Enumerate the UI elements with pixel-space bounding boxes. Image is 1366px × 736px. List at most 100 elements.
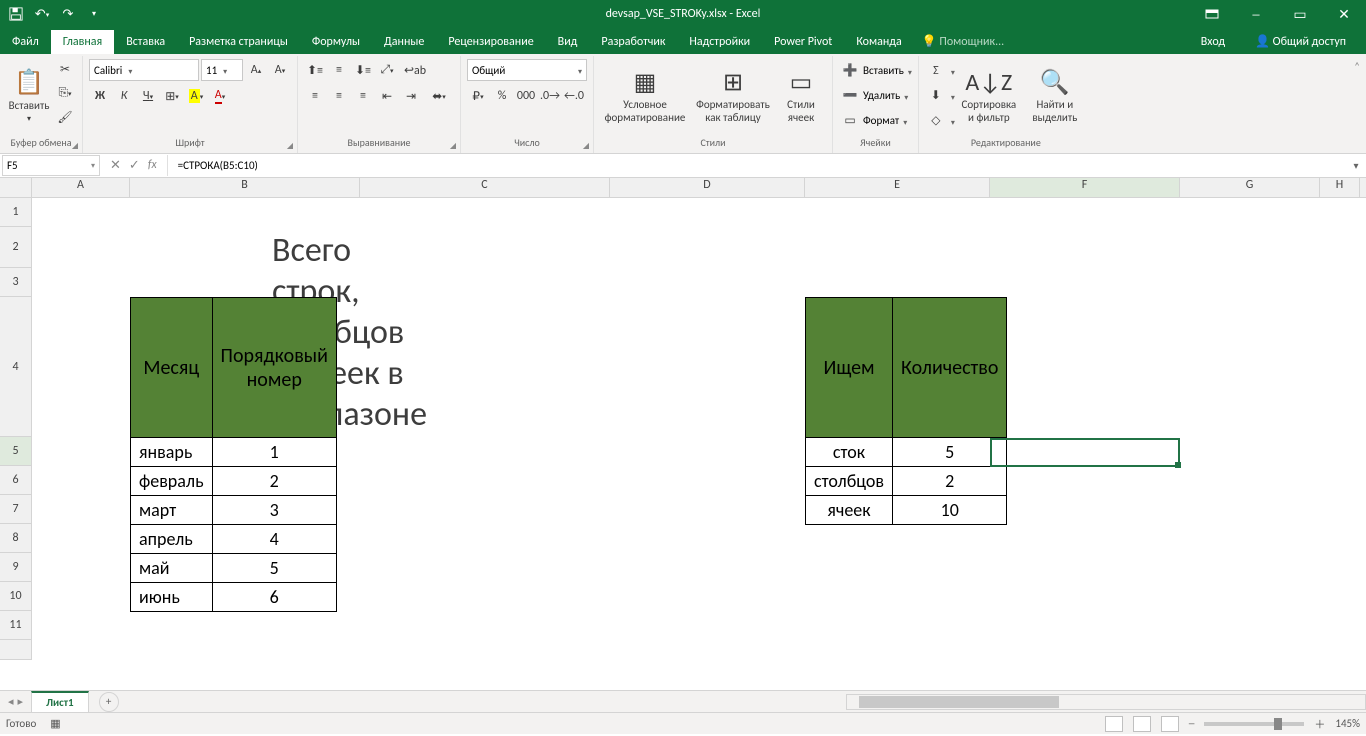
row-header-6[interactable]: 6 [0, 466, 32, 495]
formula-bar[interactable]: =СТРОКА(B5:C10) [167, 155, 1346, 176]
orientation-button[interactable]: ⤢▾ [376, 59, 398, 81]
decrease-indent-button[interactable]: ⇤ [376, 85, 398, 107]
borders-button[interactable]: ⊞▾ [161, 85, 183, 107]
shrink-font-button[interactable]: A▾ [269, 59, 291, 81]
prev-sheet-icon[interactable]: ◂ [8, 695, 14, 708]
tab-team[interactable]: Команда [844, 30, 913, 54]
row-header-11[interactable]: 11 [0, 611, 32, 640]
underline-button[interactable]: Ч▾ [137, 85, 159, 107]
row-header-10[interactable]: 10 [0, 582, 32, 611]
tab-file[interactable]: Файл [0, 30, 51, 54]
sort-filter-button[interactable]: A↓ZСортировка и фильтр [955, 58, 1023, 134]
tab-formulas[interactable]: Формулы [300, 30, 372, 54]
align-left-button[interactable]: ≡ [304, 85, 326, 107]
tab-review[interactable]: Рецензирование [436, 30, 545, 54]
font-name-dropdown[interactable]: Calibri [89, 59, 199, 81]
maximize-button[interactable]: ▭ [1278, 0, 1322, 28]
row-header-8[interactable]: 8 [0, 524, 32, 553]
launcher-icon[interactable]: ◢ [583, 141, 589, 151]
wrap-text-button[interactable]: ↩ab [400, 59, 430, 81]
col-header-F[interactable]: F [990, 178, 1180, 197]
insert-function-icon[interactable]: fx [148, 158, 157, 173]
format-cells-button[interactable]: Формат [863, 114, 899, 127]
currency-button[interactable]: ₽▾ [467, 85, 489, 107]
align-top-button[interactable]: ⬆≡ [304, 59, 326, 81]
grow-font-button[interactable]: A▴ [245, 59, 267, 81]
cancel-formula-icon[interactable]: ✕ [110, 158, 121, 173]
paste-button[interactable]: 📋 Вставить ▾ [6, 58, 52, 134]
copy-button[interactable]: ⎘▾ [54, 82, 76, 104]
format-painter-button[interactable]: 🖌 [54, 106, 76, 128]
col-header-H[interactable]: H [1320, 178, 1360, 197]
tab-data[interactable]: Данные [372, 30, 436, 54]
number-format-dropdown[interactable]: Общий [467, 59, 587, 81]
next-sheet-icon[interactable]: ▸ [18, 695, 24, 708]
horizontal-scrollbar[interactable] [846, 694, 1366, 710]
enter-formula-icon[interactable]: ✓ [129, 158, 140, 173]
row-header-4[interactable]: 4 [0, 297, 32, 437]
qat-customize-icon[interactable]: ▾ [84, 4, 104, 24]
cut-button[interactable]: ✂ [54, 58, 76, 80]
row-header-9[interactable]: 9 [0, 553, 32, 582]
zoom-out-button[interactable]: ─ [1189, 717, 1195, 730]
conditional-formatting-button[interactable]: ▦Условное форматирование [600, 58, 690, 134]
row-header-1[interactable]: 1 [0, 198, 32, 227]
name-box[interactable]: F5▾ [2, 155, 100, 176]
tab-home[interactable]: Главная [51, 30, 114, 54]
save-icon[interactable] [6, 4, 26, 24]
col-header-C[interactable]: C [360, 178, 610, 197]
zoom-value[interactable]: 145% [1335, 717, 1360, 730]
col-header-G[interactable]: G [1180, 178, 1320, 197]
increase-indent-button[interactable]: ⇥ [400, 85, 422, 107]
italic-button[interactable]: К [113, 85, 135, 107]
share-button[interactable]: 👤 Общий доступ [1243, 29, 1358, 54]
collapse-ribbon-icon[interactable]: ˄ [1348, 56, 1366, 153]
zoom-in-button[interactable]: ＋ [1314, 716, 1325, 732]
increase-decimal-button[interactable]: .0→ [539, 85, 561, 107]
col-header-B[interactable]: B [130, 178, 360, 197]
align-center-button[interactable]: ≡ [328, 85, 350, 107]
font-color-button[interactable]: A▾ [209, 85, 231, 107]
col-header-D[interactable]: D [610, 178, 805, 197]
format-as-table-button[interactable]: ⊞Форматировать как таблицу [690, 58, 776, 134]
expand-formula-bar-icon[interactable]: ▾ [1346, 159, 1366, 172]
tab-insert[interactable]: Вставка [114, 30, 177, 54]
delete-cells-button[interactable]: Удалить [863, 89, 900, 102]
tab-view[interactable]: Вид [546, 30, 590, 54]
row-header-3[interactable]: 3 [0, 268, 32, 297]
close-button[interactable]: ✕ [1322, 0, 1366, 28]
record-macro-icon[interactable]: ▦ [50, 717, 60, 730]
add-sheet-button[interactable]: + [99, 692, 119, 712]
normal-view-button[interactable] [1105, 716, 1123, 732]
col-header-A[interactable]: A [32, 178, 130, 197]
launcher-icon[interactable]: ◢ [287, 141, 293, 151]
tab-layout[interactable]: Разметка страницы [177, 30, 300, 54]
find-select-button[interactable]: 🔍Найти и выделить [1023, 58, 1087, 134]
zoom-slider[interactable] [1204, 722, 1304, 726]
row-header-5[interactable]: 5 [0, 437, 32, 466]
launcher-icon[interactable]: ◢ [72, 141, 78, 151]
undo-icon[interactable]: ↶▾ [32, 4, 52, 24]
bold-button[interactable]: Ж [89, 85, 111, 107]
launcher-icon[interactable]: ◢ [450, 141, 456, 151]
row-header-2[interactable]: 2 [0, 227, 32, 268]
tab-developer[interactable]: Разработчик [589, 30, 677, 54]
clear-icon[interactable]: ◇ [925, 110, 947, 132]
font-size-dropdown[interactable]: 11 [201, 59, 243, 81]
decrease-decimal-button[interactable]: ←.0 [563, 85, 585, 107]
select-all-corner[interactable] [0, 178, 32, 197]
redo-icon[interactable]: ↷ [58, 4, 78, 24]
minimize-button[interactable]: ─ [1234, 0, 1278, 28]
merge-button[interactable]: ⬌▾ [424, 85, 454, 107]
row-header-7[interactable]: 7 [0, 495, 32, 524]
insert-cells-button[interactable]: Вставить [863, 64, 904, 77]
align-middle-button[interactable]: ≡ [328, 59, 350, 81]
tab-addins[interactable]: Надстройки [677, 30, 762, 54]
percent-button[interactable]: % [491, 85, 513, 107]
login-button[interactable]: Вход [1189, 30, 1237, 54]
fill-icon[interactable]: ⬇ [925, 85, 947, 107]
row-header-12[interactable] [0, 640, 32, 660]
help-tell-me[interactable]: 💡 Помощник... [914, 29, 1012, 54]
page-break-view-button[interactable] [1161, 716, 1179, 732]
col-header-E[interactable]: E [805, 178, 990, 197]
